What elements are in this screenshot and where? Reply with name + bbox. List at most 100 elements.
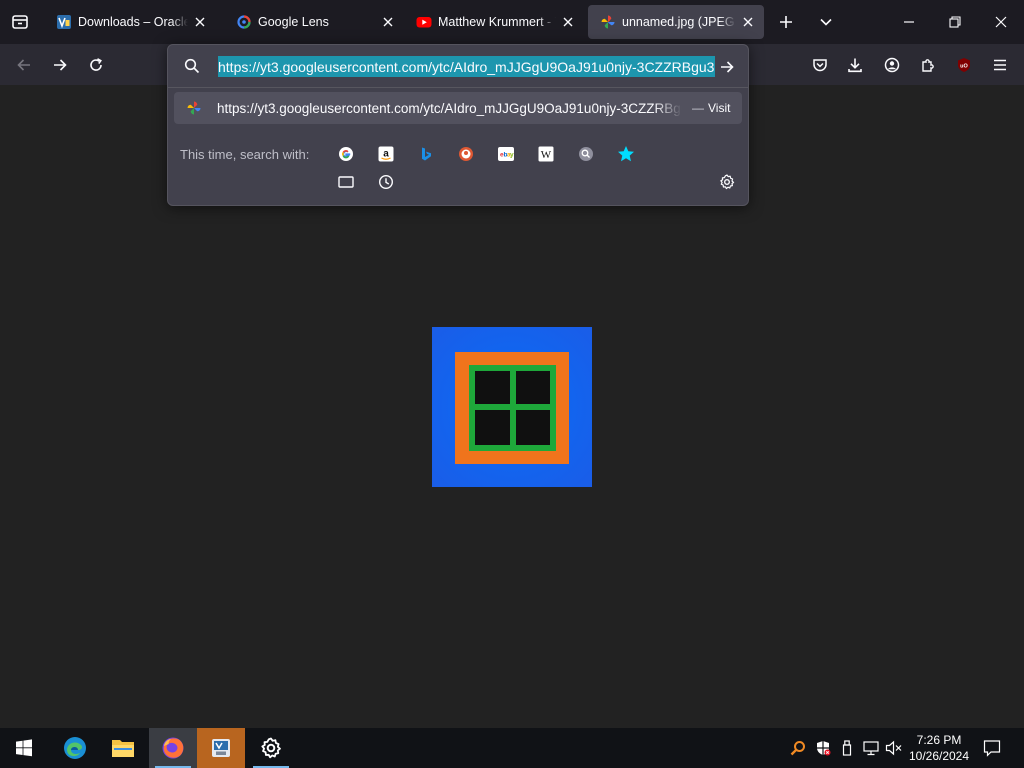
close-icon bbox=[995, 16, 1007, 28]
google-photos-icon bbox=[601, 15, 615, 29]
pocket-button[interactable] bbox=[805, 50, 835, 80]
search-settings-button[interactable] bbox=[716, 171, 738, 193]
downloads-button[interactable] bbox=[840, 50, 870, 80]
reload-icon bbox=[90, 58, 102, 71]
reload-button[interactable] bbox=[81, 50, 111, 80]
close-icon bbox=[383, 17, 393, 27]
hamburger-menu-icon bbox=[994, 59, 1006, 71]
tray-search-app[interactable] bbox=[788, 738, 808, 758]
tab-close-button[interactable] bbox=[558, 12, 578, 32]
system-clock[interactable]: 7:26 PM 10/26/2024 bbox=[904, 732, 974, 764]
download-icon bbox=[848, 58, 862, 73]
new-tab-button[interactable] bbox=[770, 6, 802, 38]
search-icon bbox=[184, 58, 200, 74]
notification-icon bbox=[983, 740, 1001, 757]
jpeg-image-view[interactable] bbox=[432, 327, 592, 487]
windows-taskbar: 7:26 PM 10/26/2024 bbox=[0, 728, 1024, 768]
taskbar-settings[interactable] bbox=[247, 728, 295, 768]
minimize-icon bbox=[904, 21, 914, 23]
tray-usb-device[interactable] bbox=[837, 738, 857, 758]
search-engine-bing[interactable] bbox=[415, 143, 437, 165]
suggestion-separator: — bbox=[692, 101, 704, 115]
usb-drive-icon bbox=[842, 740, 852, 756]
google-icon bbox=[339, 147, 353, 161]
forward-button[interactable] bbox=[45, 50, 75, 80]
tab-google-lens[interactable]: Google Lens bbox=[224, 5, 404, 39]
app-menu-button[interactable] bbox=[985, 50, 1015, 80]
arrow-left-icon bbox=[17, 59, 30, 71]
taskbar-virtualbox[interactable] bbox=[197, 728, 245, 768]
start-button[interactable] bbox=[0, 728, 48, 768]
pocket-icon bbox=[813, 59, 827, 72]
taskbar-file-explorer[interactable] bbox=[99, 728, 147, 768]
search-bookmarks-button[interactable] bbox=[615, 143, 637, 165]
go-button[interactable] bbox=[716, 57, 738, 77]
search-engine-ebay[interactable]: e b a y bbox=[495, 143, 517, 165]
close-icon bbox=[563, 17, 573, 27]
google-photos-icon bbox=[187, 101, 201, 115]
tab-close-button[interactable] bbox=[190, 12, 210, 32]
bookmarks-star-icon bbox=[618, 146, 634, 162]
tray-volume[interactable] bbox=[884, 738, 904, 758]
taskbar-firefox[interactable] bbox=[149, 728, 197, 768]
tab-downloads-virtualbox[interactable]: Downloads – Oracle VM VirtualBox bbox=[44, 5, 216, 39]
svg-text:uO: uO bbox=[960, 64, 968, 70]
bing-icon bbox=[422, 147, 431, 161]
search-engine-amazon[interactable]: a bbox=[375, 143, 397, 165]
close-icon bbox=[743, 17, 753, 27]
search-engine-google[interactable] bbox=[335, 143, 357, 165]
action-center-button[interactable] bbox=[982, 738, 1002, 758]
extensions-button[interactable] bbox=[913, 50, 943, 80]
list-all-tabs-button[interactable] bbox=[4, 6, 36, 38]
puzzle-icon bbox=[922, 59, 934, 72]
tab-overflow-menu-button[interactable] bbox=[810, 6, 842, 38]
firefox-icon bbox=[162, 737, 184, 759]
back-button[interactable] bbox=[9, 50, 39, 80]
search-tabs-button[interactable] bbox=[335, 171, 357, 193]
close-window-button[interactable] bbox=[978, 0, 1024, 44]
google-lens-icon bbox=[237, 15, 251, 29]
restore-button[interactable] bbox=[932, 0, 978, 44]
gear-icon bbox=[720, 174, 735, 190]
tray-windows-security[interactable] bbox=[813, 738, 833, 758]
youtube-icon bbox=[416, 17, 432, 28]
url-input[interactable] bbox=[218, 58, 714, 76]
tab-title: unnamed.jpg (JPEG Image, 160 × 160 pixel… bbox=[622, 15, 736, 29]
restore-icon bbox=[949, 16, 961, 28]
search-engine-wikipedia[interactable]: W bbox=[535, 143, 557, 165]
wikipedia-icon: W bbox=[538, 146, 554, 162]
history-icon bbox=[378, 174, 394, 190]
suggestion-url: https://yt3.googleusercontent.com/ytc/AI… bbox=[217, 100, 682, 116]
ublock-origin-icon: uO bbox=[958, 58, 970, 72]
urlbar-popup: https://yt3.googleusercontent.com/ytc/AI… bbox=[167, 44, 749, 206]
amazon-icon: a bbox=[378, 146, 394, 162]
suggestion-action: Visit bbox=[708, 101, 731, 115]
clock-time: 7:26 PM bbox=[916, 733, 962, 747]
minimize-button[interactable] bbox=[886, 0, 932, 44]
ublock-origin-button[interactable]: uO bbox=[949, 50, 979, 80]
url-suggestion-row[interactable]: https://yt3.googleusercontent.com/ytc/AI… bbox=[174, 92, 742, 124]
search-with-label: This time, search with: bbox=[180, 147, 310, 162]
tab-title: Downloads – Oracle VM VirtualBox bbox=[78, 15, 188, 29]
virtualbox-icon bbox=[57, 15, 71, 29]
account-button[interactable] bbox=[877, 50, 907, 80]
tray-network[interactable] bbox=[861, 738, 881, 758]
tab-close-button[interactable] bbox=[378, 12, 398, 32]
search-engine-duckduckgo[interactable] bbox=[455, 143, 477, 165]
svg-text:a: a bbox=[383, 149, 389, 160]
search-engine-other[interactable] bbox=[575, 143, 597, 165]
search-history-button[interactable] bbox=[375, 171, 397, 193]
tab-list-icon bbox=[12, 15, 28, 29]
tab-close-button[interactable] bbox=[738, 12, 758, 32]
divider bbox=[168, 87, 748, 88]
tabs-icon bbox=[338, 176, 354, 188]
clock-date: 10/26/2024 bbox=[908, 749, 970, 763]
svg-text:W: W bbox=[541, 149, 552, 161]
arrow-right-icon bbox=[54, 59, 67, 71]
close-icon bbox=[195, 17, 205, 27]
plus-icon bbox=[780, 16, 792, 28]
tab-title: Matthew Krummert - YouTube bbox=[438, 15, 556, 29]
taskbar-edge[interactable] bbox=[51, 728, 99, 768]
tab-youtube[interactable]: Matthew Krummert - YouTube bbox=[404, 5, 584, 39]
tab-unnamed-jpg[interactable]: unnamed.jpg (JPEG Image, 160 × 160 pixel… bbox=[588, 5, 764, 39]
